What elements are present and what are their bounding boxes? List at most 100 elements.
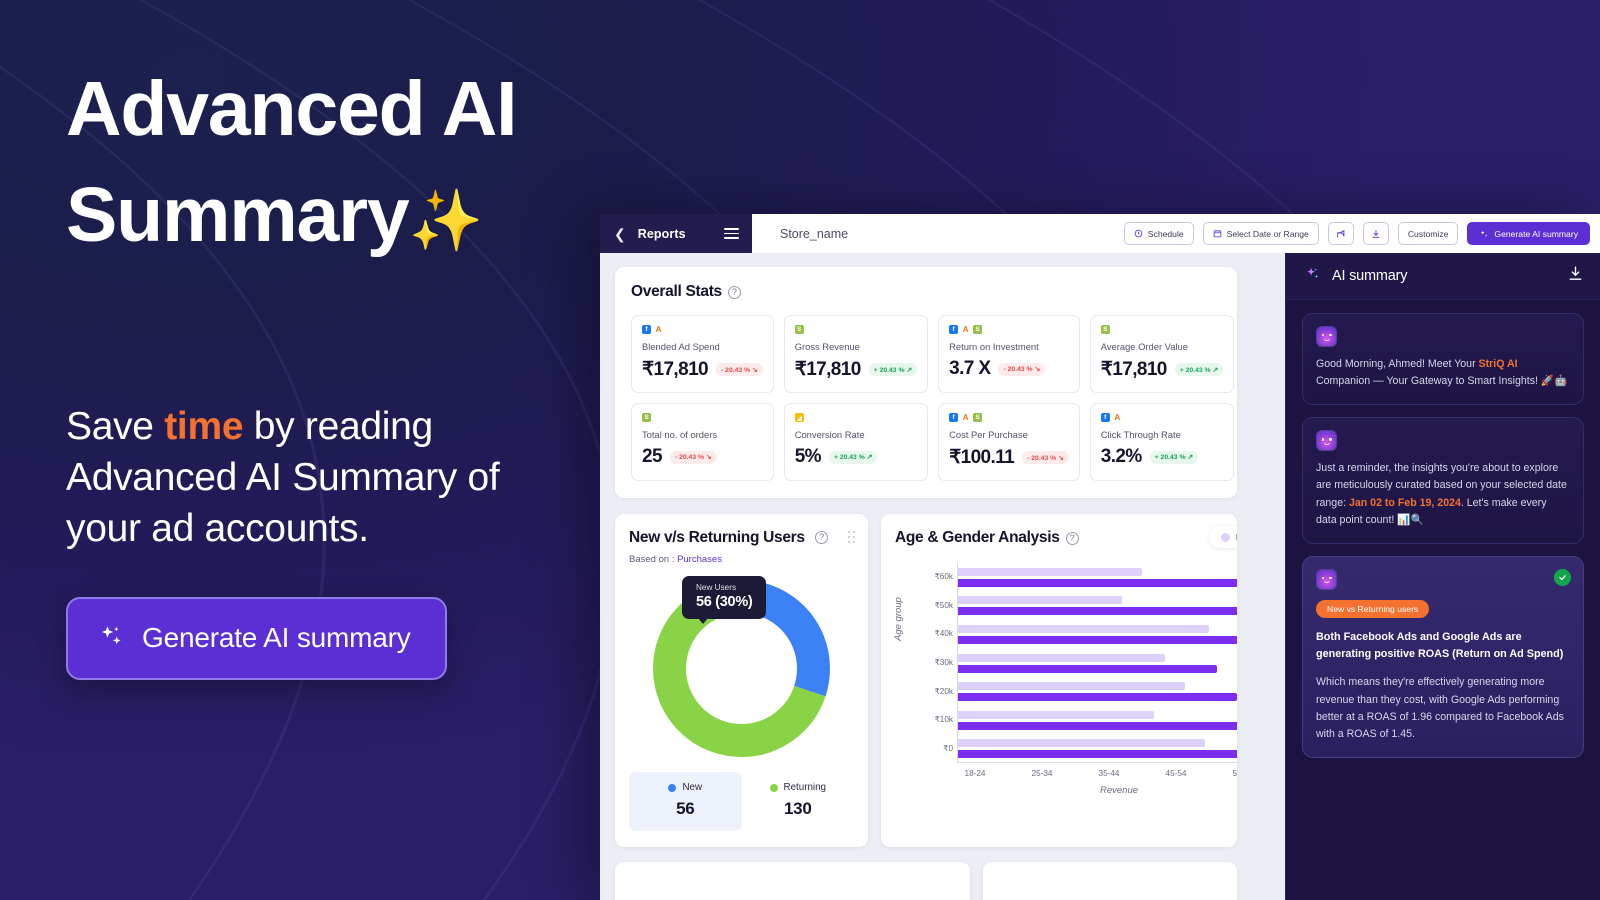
- customize-button[interactable]: Customize: [1397, 222, 1459, 245]
- ai-message-heading: Both Facebook Ads and Google Ads are gen…: [1316, 630, 1564, 661]
- question-circle-icon[interactable]: ?: [1065, 531, 1079, 545]
- stat-delta-badge: + 20.43 % ↗: [828, 450, 878, 464]
- ai-message-segment: Good Morning, Ahmed! Meet Your: [1316, 358, 1479, 370]
- y-axis-label: Age group: [893, 597, 904, 641]
- schedule-button[interactable]: Schedule: [1123, 222, 1194, 245]
- ai-message-tag: New vs Returning users: [1316, 599, 1430, 618]
- stat-card[interactable]: S Gross Revenue ₹17,810 + 20.43 % ↗: [783, 315, 929, 393]
- bar-group: [958, 567, 1237, 587]
- bot-avatar-icon: [1316, 568, 1337, 590]
- generate-ai-summary-button[interactable]: Generate AI summary: [66, 596, 447, 680]
- stat-value: ₹17,810: [1100, 359, 1168, 380]
- stat-value-row: ₹17,810 - 20.43 % ↘: [642, 358, 763, 381]
- based-on-prefix: Based on :: [629, 554, 678, 565]
- stat-value: 25: [642, 446, 663, 467]
- bar-male[interactable]: [958, 567, 1142, 576]
- bar-female[interactable]: [958, 750, 1237, 759]
- x-tick-label: 18-24: [964, 769, 986, 778]
- stat-value-row: 5% + 20.43 % ↗: [795, 446, 917, 468]
- hero-subtitle: Save time by reading Advanced AI Summary…: [66, 401, 506, 555]
- bar-female[interactable]: [958, 578, 1237, 587]
- y-tick-label: ₹30k: [934, 658, 953, 667]
- stat-sources: fA: [642, 325, 763, 334]
- bar-group: [958, 624, 1237, 644]
- bar-male[interactable]: [958, 682, 1186, 691]
- question-circle-icon[interactable]: ?: [815, 530, 829, 544]
- stat-card[interactable]: S Average Order Value ₹17,810 + 20.43 % ↗: [1089, 315, 1235, 393]
- bar-female[interactable]: [958, 607, 1237, 616]
- download-icon[interactable]: [1567, 265, 1584, 287]
- share-button[interactable]: [1327, 222, 1354, 245]
- chevron-left-icon[interactable]: ❮: [614, 227, 626, 241]
- bar-group: [958, 739, 1237, 759]
- bar-male[interactable]: [958, 653, 1166, 662]
- bar-male[interactable]: [958, 624, 1210, 633]
- donut-legend: New 56 Returning 130: [629, 772, 854, 831]
- stat-delta-badge: - 20.43 % ↘: [1022, 451, 1069, 464]
- bar-male[interactable]: [958, 710, 1154, 719]
- bar-female[interactable]: [958, 664, 1218, 673]
- based-on-link[interactable]: Purchases: [677, 554, 722, 565]
- stat-value: ₹100.11: [949, 447, 1015, 468]
- based-on-label: Based on : Purchases: [629, 554, 854, 565]
- stat-label: Return on Investment: [949, 341, 1039, 352]
- bottom-card-right: [983, 862, 1237, 900]
- hamburger-icon[interactable]: [724, 227, 739, 240]
- app-topbar: ❮ Reports Store_name Schedule Select Dat…: [600, 214, 1600, 253]
- donut-legend-item[interactable]: Returning 130: [742, 772, 855, 831]
- stat-sources: S: [642, 413, 763, 422]
- charts-row: New v/s Returning Users ? Based on : Pur…: [615, 514, 1285, 847]
- bar-male[interactable]: [958, 739, 1206, 748]
- stat-value: 3.2%: [1100, 446, 1143, 467]
- bottom-card-left: [615, 862, 970, 900]
- source-icon-sh: S: [642, 413, 651, 422]
- stat-delta-badge: - 20.43 % ↘: [716, 363, 763, 376]
- bar-female[interactable]: [958, 635, 1237, 644]
- new-vs-returning-title: New v/s Returning Users: [629, 529, 805, 546]
- overall-stats-header: Overall Stats ?: [631, 283, 1221, 301]
- question-circle-icon[interactable]: ?: [727, 285, 741, 299]
- sparkle-icon: [1304, 265, 1321, 287]
- source-icon-sh: S: [973, 413, 983, 422]
- hero-title-line-1: Advanced AI: [66, 66, 518, 152]
- source-icon-gads: ◢: [794, 413, 804, 422]
- legend-name: Returning: [783, 782, 826, 793]
- donut-legend-item[interactable]: New 56: [629, 772, 742, 831]
- generate-ai-summary-toolbar-button[interactable]: Generate AI summary: [1467, 222, 1590, 245]
- source-icon-fb: f: [1100, 413, 1110, 422]
- age-gender-legend-item[interactable]: Male: [1220, 532, 1237, 542]
- drag-handle-icon[interactable]: [848, 531, 855, 543]
- ai-message-body: Just a reminder, the insights you're abo…: [1316, 460, 1570, 529]
- clock-icon: [1134, 229, 1143, 238]
- stat-card[interactable]: S Total no. of orders 25 - 20.43 % ↘: [631, 403, 774, 481]
- sparkle-icon: [1479, 229, 1489, 239]
- stat-value-row: 25 - 20.43 % ↘: [642, 446, 763, 468]
- bar-female[interactable]: [958, 721, 1237, 730]
- download-button[interactable]: [1362, 222, 1389, 245]
- bottom-cards-row: [615, 862, 1285, 900]
- screenshot-root: Advanced AI Summary✨ Save time by readin…: [0, 0, 1600, 900]
- hero-title-line-2: Summary: [66, 172, 410, 259]
- select-date-range-button[interactable]: Select Date or Range: [1202, 222, 1319, 245]
- stat-card[interactable]: f A Click Through Rate 3.2% + 20.43 % ↗: [1089, 403, 1235, 481]
- stat-card[interactable]: f A S Cost Per Purchase ₹100.11 - 20.43 % ↘: [938, 403, 1080, 481]
- bar-male[interactable]: [958, 596, 1122, 605]
- stat-card[interactable]: ◢ Conversion Rate 5% + 20.43 % ↗: [783, 403, 929, 481]
- stat-delta-badge: + 20.43 % ↗: [1149, 450, 1199, 464]
- stat-card[interactable]: f A Blended Ad Spend ₹17,810 - 20.43 % ↘: [631, 315, 774, 393]
- stat-sources: fA: [1100, 413, 1223, 422]
- generate-ai-summary-button-label: Generate AI summary: [142, 622, 411, 654]
- y-axis-ticks: ₹0 ₹10k ₹20k ₹30k ₹40k ₹50k ₹60k: [909, 563, 953, 763]
- source-icon-ga: A: [1112, 413, 1122, 422]
- y-tick-label: ₹10k: [934, 715, 953, 725]
- source-icon-sh: S: [973, 325, 983, 334]
- x-tick-label: 55-64: [1232, 769, 1237, 778]
- stat-value: ₹17,810: [642, 359, 709, 380]
- new-vs-returning-header: New v/s Returning Users ?: [629, 529, 854, 547]
- stat-card[interactable]: f A S Return on Investment 3.7 X - 20.43 % ↘: [938, 315, 1080, 393]
- stat-value-row: ₹17,810 + 20.43 % ↗: [795, 358, 918, 381]
- bar-group: [958, 596, 1237, 616]
- ai-summary-header: AI summary: [1286, 253, 1600, 300]
- y-tick-label: ₹60k: [934, 572, 953, 582]
- bar-female[interactable]: [958, 693, 1237, 702]
